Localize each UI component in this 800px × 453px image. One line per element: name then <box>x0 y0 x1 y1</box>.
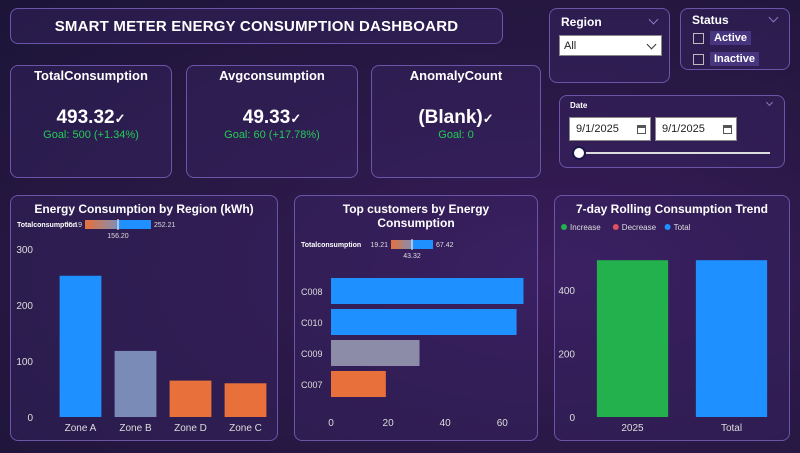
kpi-anomaly-count: AnomalyCount (Blank)✓ Goal: 0 <box>371 65 541 178</box>
bar-zone-c <box>224 383 267 417</box>
checkbox[interactable] <box>693 32 704 44</box>
legend-marker <box>612 224 619 230</box>
kpi-value: (Blank)✓ <box>418 107 494 128</box>
kpi-title: AnomalyCount <box>409 68 503 83</box>
y-tick-label: 200 <box>558 349 575 360</box>
x-tick-label: Zone C <box>229 423 262 434</box>
y-tick-label: C009 <box>301 349 323 359</box>
y-tick-label: 100 <box>16 357 33 368</box>
legend-marker <box>664 224 671 230</box>
kpi-title: TotalConsumption <box>34 68 148 83</box>
chevron-down-icon[interactable] <box>768 12 779 23</box>
legend-mid-label: 156.20 <box>107 233 129 240</box>
y-tick-label: 0 <box>569 413 575 424</box>
kpi-value: 49.33✓ <box>242 107 302 128</box>
x-tick-label: Zone B <box>119 423 152 434</box>
status-slicer: Status Active Inactive <box>680 8 790 70</box>
chart-title: Top customers by Energy Consumption <box>342 202 490 230</box>
legend-marker <box>561 224 567 230</box>
status-option-label: Active <box>710 31 752 45</box>
bar-zone-b <box>114 350 157 417</box>
chart-title: 7-day Rolling Consumption Trend <box>576 202 768 216</box>
y-tick-label: 200 <box>16 301 33 312</box>
region-bar-chart: Totalconsumption60.19 252.21156.200100200… <box>16 219 267 434</box>
legend-max-label: 252.21 <box>154 222 176 229</box>
region-dropdown[interactable]: All <box>559 35 662 56</box>
region-slicer-label: Region <box>561 15 602 29</box>
legend-max-label: 67.42 <box>436 242 454 249</box>
chevron-down-icon[interactable] <box>765 98 774 107</box>
y-tick-label: C008 <box>301 287 323 297</box>
x-tick-label: 2025 <box>621 423 644 434</box>
start-date-input[interactable]: 9/1/2025 <box>569 117 651 141</box>
x-tick-label: 0 <box>328 418 334 429</box>
status-option-active[interactable]: Active <box>693 31 752 45</box>
legend-min-label: 19.21 <box>370 242 388 249</box>
y-tick-label: C007 <box>301 380 323 390</box>
x-tick-label: 20 <box>383 418 395 429</box>
check-icon: ✓ <box>290 111 302 126</box>
legend-label: Increase <box>570 223 601 232</box>
x-tick-label: 60 <box>497 418 509 429</box>
legend-label: Decrease <box>622 223 657 232</box>
bar-c007 <box>331 371 386 397</box>
x-tick-label: Zone A <box>65 423 97 434</box>
y-tick-label: 0 <box>27 413 33 424</box>
legend-label: Totalconsumption <box>301 242 361 249</box>
legend-label: Total <box>674 223 691 232</box>
bar-c009 <box>331 340 420 366</box>
bar-2025 <box>596 260 669 417</box>
legend-min-label: 60.19 <box>64 222 82 229</box>
date-range-slider-track[interactable] <box>578 152 770 154</box>
customers-bar-chart: Totalconsumption 19.21 67.42 43.32 C008 C010 C… <box>301 239 524 429</box>
bar-total <box>695 260 768 417</box>
region-selected-value: All <box>564 39 577 52</box>
bar-zone-a <box>59 275 102 417</box>
top-customers-chart-card: Top customers by Energy Consumption Tota… <box>294 195 538 441</box>
calendar-icon[interactable] <box>637 125 646 134</box>
status-slicer-label: Status <box>692 13 729 27</box>
y-tick-label: 300 <box>16 245 33 256</box>
kpi-total-consumption: TotalConsumption 493.32✓ Goal: 500 (+1.3… <box>10 65 172 178</box>
bar-c008 <box>331 278 524 304</box>
y-tick-label: 400 <box>558 286 575 297</box>
x-tick-label: 40 <box>440 418 452 429</box>
rolling-trend-chart-card: 7-day Rolling Consumption Trend Increase… <box>554 195 790 441</box>
kpi-avg-consumption: Avgconsumption 49.33✓ Goal: 60 (+17.78%) <box>186 65 358 178</box>
kpi-goal: Goal: 60 (+17.78%) <box>224 129 320 141</box>
checkbox[interactable] <box>693 53 704 65</box>
status-option-inactive[interactable]: Inactive <box>693 52 759 66</box>
chevron-down-icon <box>646 39 657 50</box>
date-range-slider-handle[interactable] <box>572 146 586 160</box>
region-slicer: Region All <box>549 8 670 83</box>
x-tick-label: Zone D <box>174 423 207 434</box>
dashboard-title-card: SMART METER ENERGY CONSUMPTION DASHBOARD <box>10 8 503 44</box>
start-date-value: 9/1/2025 <box>576 123 619 135</box>
rolling-waterfall-chart: Increase Decrease Total 0 200 400 2025 Total <box>558 223 768 434</box>
region-consumption-chart-card: Energy Consumption by Region (kWh) Total… <box>10 195 278 441</box>
calendar-icon[interactable] <box>723 125 732 134</box>
y-tick-label: C010 <box>301 318 323 328</box>
date-slicer: Date 9/1/2025 9/1/2025 <box>559 95 785 168</box>
chevron-down-icon[interactable] <box>648 14 659 25</box>
status-option-label: Inactive <box>710 52 759 66</box>
check-icon: ✓ <box>114 111 126 126</box>
date-slicer-label: Date <box>570 101 588 110</box>
kpi-title: Avgconsumption <box>219 68 325 83</box>
end-date-input[interactable]: 9/1/2025 <box>655 117 737 141</box>
kpi-goal: Goal: 0 <box>438 129 474 141</box>
chart-title: Energy Consumption by Region (kWh) <box>34 202 254 216</box>
check-icon: ✓ <box>482 111 494 126</box>
end-date-value: 9/1/2025 <box>662 123 705 135</box>
page-title: SMART METER ENERGY CONSUMPTION DASHBOARD <box>54 17 459 35</box>
kpi-goal: Goal: 500 (+1.34%) <box>43 129 139 141</box>
bar-c010 <box>331 309 517 335</box>
legend-mid-label: 43.32 <box>403 253 421 260</box>
bar-zone-d <box>169 380 212 417</box>
x-tick-label: Total <box>721 423 742 434</box>
kpi-value: 493.32✓ <box>56 107 126 128</box>
